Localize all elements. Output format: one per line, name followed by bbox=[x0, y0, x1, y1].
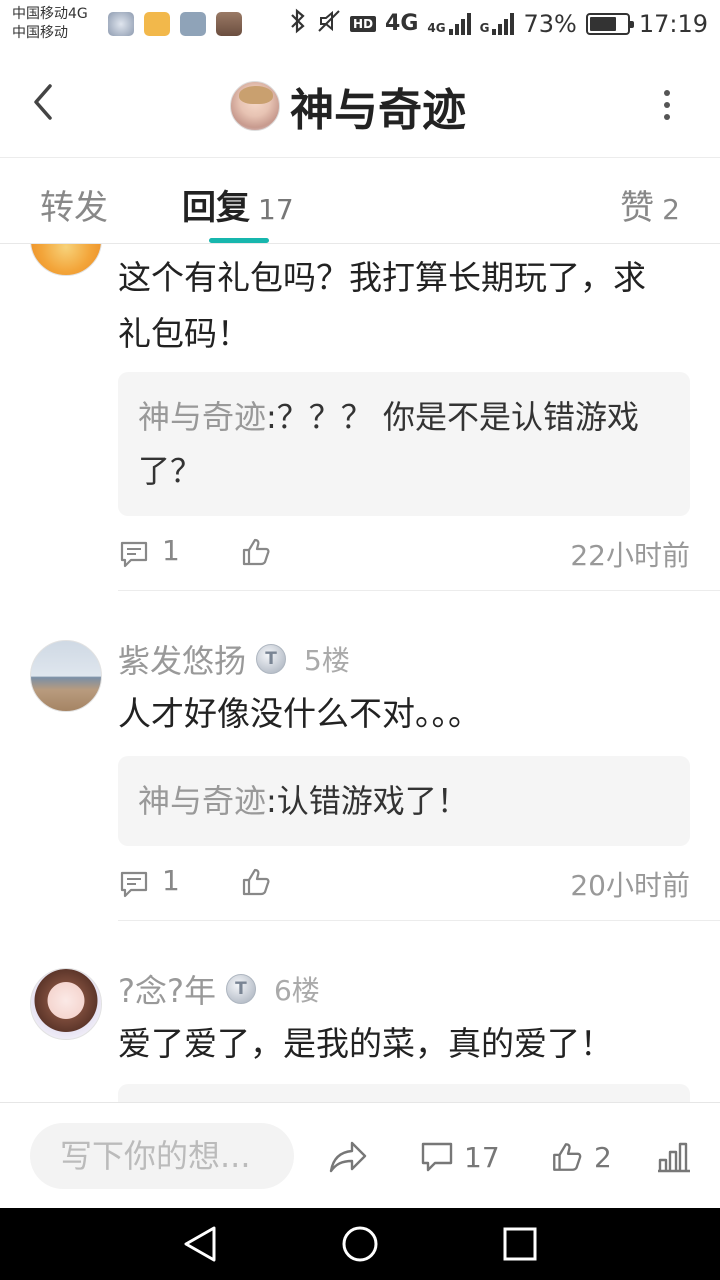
signal-bars-icon bbox=[492, 12, 515, 35]
floor-number: 5楼 bbox=[304, 644, 350, 677]
square-recents-icon bbox=[503, 1227, 537, 1261]
bottom-action-bar: 写下你的想... 17 2 bbox=[0, 1102, 720, 1208]
username[interactable]: 紫发悠扬 bbox=[118, 636, 246, 682]
avatar[interactable] bbox=[30, 640, 102, 712]
screen: 中国移动4G 中国移动 HD 4G 4G G 73% 17:19 神与奇迹 转发… bbox=[0, 0, 720, 1280]
reply-count: 1 bbox=[162, 534, 180, 567]
comment-meta: 1 22小时前 bbox=[118, 534, 690, 574]
reply-button[interactable]: 17 bbox=[420, 1137, 500, 1177]
chevron-left-icon bbox=[34, 84, 52, 120]
battery-icon bbox=[585, 12, 634, 35]
like-count: 2 bbox=[594, 1140, 612, 1174]
signal-bars-icon bbox=[448, 12, 471, 35]
tab-repost-label: 转发 bbox=[40, 188, 108, 228]
more-dot bbox=[664, 90, 670, 96]
battery-fill bbox=[589, 16, 617, 31]
divider bbox=[118, 920, 720, 921]
user-line: ?念?年 T 6楼 bbox=[118, 966, 320, 1012]
comment-meta: 1 20小时前 bbox=[118, 864, 690, 904]
signal-2: G bbox=[479, 12, 515, 35]
tab-active-indicator bbox=[209, 238, 269, 243]
nav-home-button[interactable] bbox=[341, 1225, 379, 1267]
network-type-1: 4G bbox=[385, 11, 419, 36]
avatar[interactable] bbox=[30, 244, 102, 276]
reply-quote[interactable]: 神与奇迹:？？？ 你是不是认错游戏了？ bbox=[118, 372, 690, 516]
gallery-icon bbox=[180, 12, 206, 36]
title-area: 神与奇迹 bbox=[230, 74, 466, 138]
comment-icon[interactable] bbox=[118, 868, 150, 904]
like-icon bbox=[553, 1143, 582, 1171]
back-button[interactable] bbox=[28, 82, 58, 122]
more-options-button[interactable] bbox=[664, 90, 670, 120]
comment-icon bbox=[421, 1142, 453, 1172]
mute-icon bbox=[317, 9, 341, 38]
tab-reply[interactable]: 回复 17 bbox=[182, 180, 294, 229]
quote-author: 神与奇迹 bbox=[138, 398, 267, 436]
tab-repost[interactable]: 转发 bbox=[40, 180, 108, 229]
share-button[interactable] bbox=[328, 1137, 368, 1177]
level-badge-icon: T bbox=[256, 644, 287, 674]
notification-icons bbox=[108, 12, 242, 36]
comment-time: 20小时前 bbox=[570, 869, 690, 902]
page-title: 神与奇迹 bbox=[290, 85, 466, 136]
stats-button[interactable] bbox=[656, 1137, 692, 1177]
header: 神与奇迹 bbox=[0, 50, 720, 158]
more-dot bbox=[664, 102, 670, 108]
tab-reply-count: 17 bbox=[258, 193, 294, 226]
hd-badge: HD bbox=[350, 15, 377, 32]
nav-back-button[interactable] bbox=[182, 1225, 218, 1267]
like-icon[interactable] bbox=[240, 866, 272, 902]
clock: 17:19 bbox=[638, 9, 708, 38]
system-nav-bar bbox=[0, 1208, 720, 1280]
carrier-primary: 中国移动4G bbox=[12, 6, 88, 22]
circle-home-icon bbox=[342, 1226, 378, 1262]
comment-content: 人才好像没什么不对。。。 bbox=[118, 694, 481, 733]
game-app-icon bbox=[216, 12, 242, 36]
like-icon[interactable] bbox=[240, 536, 272, 572]
reply-quote[interactable]: 神与奇迹:认错游戏了！ bbox=[118, 756, 690, 846]
quote-text: :认错游戏了！ bbox=[266, 782, 469, 820]
username[interactable]: ?念?年 bbox=[118, 966, 216, 1012]
share-icon bbox=[329, 1141, 367, 1173]
floor-number: 6楼 bbox=[273, 974, 320, 1007]
tab-like-label: 赞 bbox=[620, 188, 655, 228]
group-avatar[interactable] bbox=[230, 81, 280, 131]
like-button[interactable]: 2 bbox=[550, 1137, 612, 1177]
battery-percent: 73% bbox=[523, 9, 577, 38]
comment-icon[interactable] bbox=[118, 538, 150, 574]
tab-reply-label: 回复 bbox=[182, 188, 250, 228]
quote-author: 神与奇迹 bbox=[138, 782, 267, 820]
tab-like[interactable]: 赞2 bbox=[620, 180, 680, 229]
nav-recents-button[interactable] bbox=[502, 1225, 538, 1267]
reply-count: 1 bbox=[162, 864, 180, 897]
carrier-secondary: 中国移动 bbox=[12, 25, 68, 41]
bluetooth-icon bbox=[288, 8, 308, 39]
tab-bar: 转发 回复 17 赞2 bbox=[0, 158, 720, 244]
lock-app-icon bbox=[144, 12, 170, 36]
network-type-2: 4G bbox=[427, 20, 446, 35]
app-notification-icon bbox=[108, 12, 134, 36]
comment-content: 这个有礼包吗？我打算长期玩了，求礼包码！ bbox=[118, 258, 646, 353]
more-dot bbox=[664, 114, 670, 120]
comment-list[interactable]: 这个有礼包吗？我打算长期玩了，求礼包码！ 神与奇迹:？？？ 你是不是认错游戏了？… bbox=[0, 244, 720, 1102]
carrier-info: 中国移动4G 中国移动 bbox=[12, 5, 88, 43]
divider bbox=[118, 590, 720, 591]
network-type-3: G bbox=[479, 20, 490, 35]
comment-input[interactable]: 写下你的想... bbox=[30, 1123, 294, 1189]
avatar[interactable] bbox=[30, 968, 102, 1040]
status-right: HD 4G 4G G 73% 17:19 bbox=[288, 8, 708, 39]
status-bar: 中国移动4G 中国移动 HD 4G 4G G 73% 17:19 bbox=[0, 0, 720, 50]
signal-1: 4G bbox=[427, 12, 471, 35]
bar-chart-icon bbox=[658, 1142, 690, 1173]
comment-time: 22小时前 bbox=[570, 539, 690, 572]
comment-content: 爱了爱了，是我的菜，真的爱了！ bbox=[118, 1024, 613, 1063]
reply-quote[interactable] bbox=[118, 1084, 690, 1102]
reply-count: 17 bbox=[464, 1140, 500, 1174]
user-line: 紫发悠扬 T 5楼 bbox=[118, 636, 350, 682]
tab-like-count: 2 bbox=[662, 193, 680, 226]
triangle-back-icon bbox=[184, 1226, 216, 1262]
level-badge-icon: T bbox=[225, 974, 256, 1004]
